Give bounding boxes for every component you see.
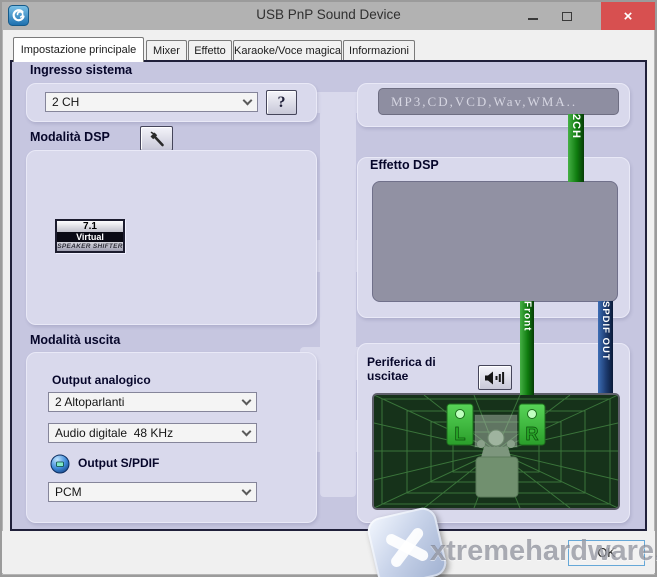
chevron-down-icon: [243, 95, 253, 105]
badge-line-71: 7.1: [57, 221, 123, 232]
left-speaker: L: [447, 404, 473, 445]
right-speaker: R: [519, 404, 545, 445]
pipe-spdif-out: SPDIF OUT: [598, 301, 613, 393]
tab-informazioni[interactable]: Informazioni: [343, 40, 415, 61]
ok-button-label: OK: [597, 546, 615, 560]
room-grid: L R: [374, 395, 618, 508]
input-section-heading: Ingresso sistema: [30, 63, 132, 77]
combo-value: PCM: [55, 485, 82, 499]
dsp-section-heading: Modalità DSP: [30, 130, 110, 144]
output-device-label-line2: uscitae: [367, 369, 436, 383]
tab-label: Informazioni: [349, 45, 409, 57]
badge-line-speaker-shifter: SPEAKER SHIFTER: [57, 242, 123, 251]
right-speaker-label: R: [526, 424, 539, 444]
help-button[interactable]: ?: [266, 90, 297, 115]
tab-karaoke-voce-magica[interactable]: Karaoke/Voce magica: [233, 40, 342, 61]
badge-line-virtual: Virtual: [57, 232, 123, 242]
spdif-output-label: Output S/PDIF: [78, 456, 159, 470]
tab-effetto[interactable]: Effetto: [188, 40, 232, 61]
pipe-front: Front: [520, 301, 534, 395]
tab-impostazione-principale[interactable]: Impostazione principale: [13, 37, 144, 62]
combo-value: Audio digitale 48 KHz: [55, 426, 173, 440]
audio-source-display: MP3,CD,VCD,Wav,WMA..: [378, 88, 619, 115]
dsp-effect-area: [372, 181, 618, 302]
titlebar: USB PnP Sound Device ×: [2, 2, 655, 30]
spdif-format-select[interactable]: PCM: [48, 482, 257, 502]
output-device-label: Periferica di uscitae: [367, 355, 436, 383]
tab-label: Karaoke/Voce magica: [234, 45, 341, 57]
pipe-spdif-label: SPDIF OUT: [600, 301, 611, 393]
speaker-room-visualization: L R: [372, 393, 620, 510]
combo-value: 2 Altoparlanti: [55, 395, 124, 409]
chevron-down-icon: [242, 395, 252, 405]
minimize-button[interactable]: [519, 2, 547, 30]
close-icon: ×: [624, 8, 633, 25]
effect-section-heading: Effetto DSP: [370, 158, 439, 172]
tab-label: Effetto: [194, 45, 226, 57]
output-device-label-line1: Periferica di: [367, 355, 436, 369]
pipe-2ch-label: 2CH: [570, 114, 582, 182]
virtual-speaker-shifter-badge[interactable]: 7.1 Virtual SPEAKER SHIFTER: [55, 219, 125, 253]
tab-mixer[interactable]: Mixer: [146, 40, 187, 61]
pipe-2ch: 2CH: [568, 114, 584, 182]
tab-label: Impostazione principale: [21, 44, 137, 56]
tab-label: Mixer: [153, 45, 180, 57]
combo-value: 2 CH: [52, 95, 79, 109]
output-section-heading: Modalità uscita: [30, 333, 120, 347]
main-settings-page: Ingresso sistema 2 CH ? Modalità DSP 7.1…: [10, 60, 647, 531]
close-button[interactable]: ×: [601, 2, 655, 30]
ok-button[interactable]: OK: [568, 540, 645, 566]
minimize-icon: [528, 18, 538, 20]
chevron-down-icon: [242, 485, 252, 495]
help-icon: ?: [278, 94, 286, 112]
chevron-down-icon: [242, 426, 252, 436]
dsp-tool-button[interactable]: [140, 126, 173, 151]
input-channel-select[interactable]: 2 CH: [45, 92, 258, 112]
pipe-front-label: Front: [522, 301, 533, 395]
analog-output-label: Output analogico: [52, 373, 151, 387]
spdif-icon: [50, 454, 70, 474]
hammer-icon: [148, 130, 166, 148]
left-speaker-label: L: [455, 424, 466, 444]
app-window: USB PnP Sound Device × Impostazione prin…: [0, 0, 657, 577]
speaker-test-button[interactable]: [478, 365, 512, 390]
digital-audio-select[interactable]: Audio digitale 48 KHz: [48, 423, 257, 443]
maximize-icon: [562, 12, 572, 21]
dialog-footer: OK: [2, 531, 655, 573]
speaker-icon: [484, 370, 506, 386]
maximize-button[interactable]: [553, 2, 581, 30]
analog-speaker-select[interactable]: 2 Altoparlanti: [48, 392, 257, 412]
